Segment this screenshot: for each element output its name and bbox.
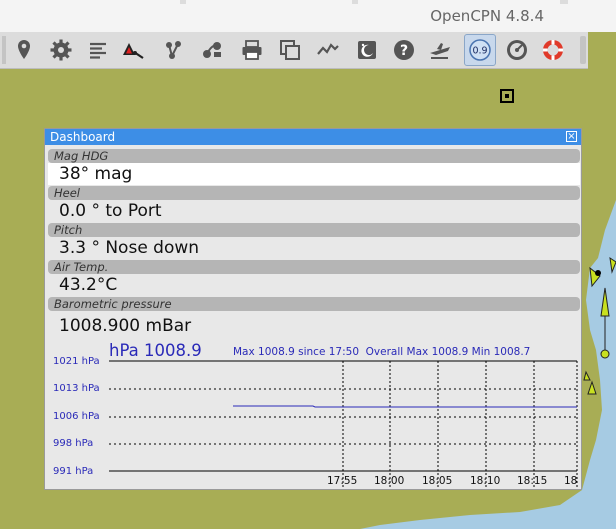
tides-currents-icon[interactable] [313,35,343,65]
instrument-value: 0.0 ° to Port [59,201,162,221]
dashboard-titlebar[interactable]: Dashboard × [45,129,581,145]
plane-icon[interactable] [425,35,455,65]
ais-alert-icon[interactable] [118,35,148,65]
instrument-value: 1008.900 mBar [59,316,192,336]
zoom-scale-icon[interactable]: 0.9 [464,34,496,66]
instrument-heel: Heel 0.0 ° to Port [48,186,580,222]
instrument-air-temp: Air Temp. 43.2°C [48,260,580,296]
main-toolbar: ? 0.9 [0,32,588,69]
instrument-value: 43.2°C [59,275,118,295]
instrument-caption: Barometric pressure [48,297,580,311]
instrument-caption: Heel [48,186,580,200]
chart-windows-icon[interactable] [275,35,305,65]
dashboard-window[interactable]: Dashboard × Mag HDG 38° mag Heel 0.0 ° t… [44,128,582,490]
app-title: OpenCPN 4.8.4 [430,7,544,25]
x-tick-label: 18:05 [422,475,453,487]
dashboard-icon[interactable] [502,35,532,65]
mark-icon[interactable] [9,35,39,65]
instrument-barometric-pressure: Barometric pressure 1008.900 mBar [48,297,580,337]
instrument-value: 3.3 ° Nose down [59,238,200,258]
instrument-caption: Air Temp. [48,260,580,274]
y-tick-label: 1013 hPa [53,383,100,394]
toolbar-grip[interactable] [2,36,6,64]
y-tick-label: 998 hPa [53,438,94,449]
barograph: hPa 1008.9 Max 1008.9 since 17:50 Overal… [45,341,581,489]
create-route-icon[interactable] [158,35,188,65]
y-tick-label: 1021 hPa [53,356,100,367]
baro-stats: Max 1008.9 since 17:50 Overall Max 1008.… [233,346,531,358]
baro-current: hPa 1008.9 [109,341,202,360]
route-list-icon[interactable] [83,35,113,65]
x-tick-label: 18:15 [517,475,548,487]
svg-text:?: ? [400,43,408,59]
x-tick-label: 18:00 [374,475,405,487]
toolbar-end[interactable] [580,36,586,64]
instrument-mag-hdg: Mag HDG 38° mag [48,149,580,185]
x-tick-label: 18:10 [470,475,501,487]
print-icon[interactable] [237,35,267,65]
close-icon[interactable]: × [566,131,577,142]
instrument-caption: Pitch [48,223,580,237]
instrument-caption: Mag HDG [48,149,580,163]
settings-icon[interactable] [46,35,76,65]
dashboard-title: Dashboard [50,130,116,144]
title-bar: OpenCPN 4.8.4 [0,0,616,32]
help-icon[interactable]: ? [389,35,419,65]
x-tick-label: 18 [564,475,578,487]
instrument-value: 38° mag [48,163,580,185]
track-icon[interactable] [197,35,227,65]
mob-icon[interactable] [538,35,568,65]
svg-text:0.9: 0.9 [472,46,487,57]
moon-icon[interactable] [352,35,382,65]
instrument-pitch: Pitch 3.3 ° Nose down [48,223,580,259]
pressure-trace [233,405,577,408]
y-tick-label: 1006 hPa [53,411,100,422]
y-tick-label: 991 hPa [53,466,94,477]
ownship-marker [500,89,514,103]
x-tick-label: 17:55 [327,475,358,487]
